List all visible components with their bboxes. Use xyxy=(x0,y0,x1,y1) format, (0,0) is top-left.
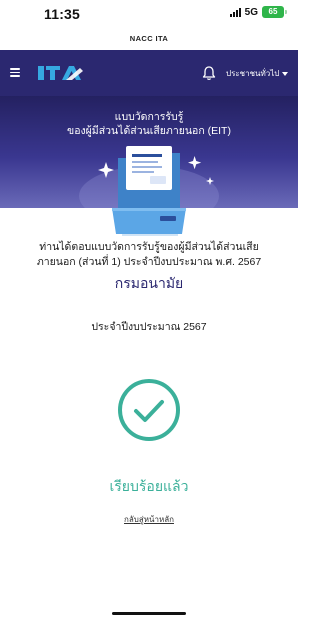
status-time: 11:35 xyxy=(44,6,81,22)
hero-title-line1: แบบวัดการรับรู้ xyxy=(114,111,184,123)
organization-name: กรมอนามัย xyxy=(114,275,184,291)
hero-banner: แบบวัดการรับรู้ ของผู้มีส่วนได้ส่วนเสียภ… xyxy=(0,96,298,208)
home-indicator[interactable] xyxy=(112,612,186,615)
user-type-menu[interactable]: ประชาชนทั่วไป xyxy=(226,67,289,80)
fiscal-year-label: ประจำปีงบประมาณ 2567 xyxy=(91,321,207,333)
survey-completion-text: ท่านได้ตอบแบบวัดการรับรู้ของผู้มีส่วนได้… xyxy=(6,240,292,270)
bell-icon[interactable] xyxy=(202,65,216,81)
ita-logo[interactable] xyxy=(36,62,86,84)
hero-title-line2: ของผู้มีส่วนได้ส่วนเสียภายนอก (EIT) xyxy=(67,125,231,137)
status-indicators: 5G 65 xyxy=(229,6,287,18)
status-bar: 11:35 5G 65 xyxy=(0,0,298,28)
network-type: 5G xyxy=(244,6,258,18)
browser-title: NACC ITA xyxy=(129,34,169,43)
hero-title: แบบวัดการรับรู้ ของผู้มีส่วนได้ส่วนเสียภ… xyxy=(0,110,298,138)
battery-icon: 65 xyxy=(262,6,287,18)
browser-title-bar[interactable]: NACC ITA xyxy=(0,28,298,50)
chevron-down-icon xyxy=(282,71,289,76)
signal-icon xyxy=(229,7,241,17)
folder-front-illustration xyxy=(112,208,186,236)
survey-line2: ภายนอก (ส่วนที่ 1) ประจำปีงบประมาณ พ.ศ. … xyxy=(36,256,262,268)
top-navbar: ประชาชนทั่วไป xyxy=(0,50,298,96)
back-to-home-link[interactable]: กลับสู่หน้าหลัก xyxy=(0,513,298,526)
check-circle-icon xyxy=(118,379,180,441)
hamburger-icon[interactable] xyxy=(10,68,20,77)
survey-line1: ท่านได้ตอบแบบวัดการรับรู้ของผู้มีส่วนได้… xyxy=(39,241,259,253)
status-complete: เรียบร้อยแล้ว xyxy=(109,478,189,494)
user-type-label: ประชาชนทั่วไป xyxy=(226,69,280,78)
